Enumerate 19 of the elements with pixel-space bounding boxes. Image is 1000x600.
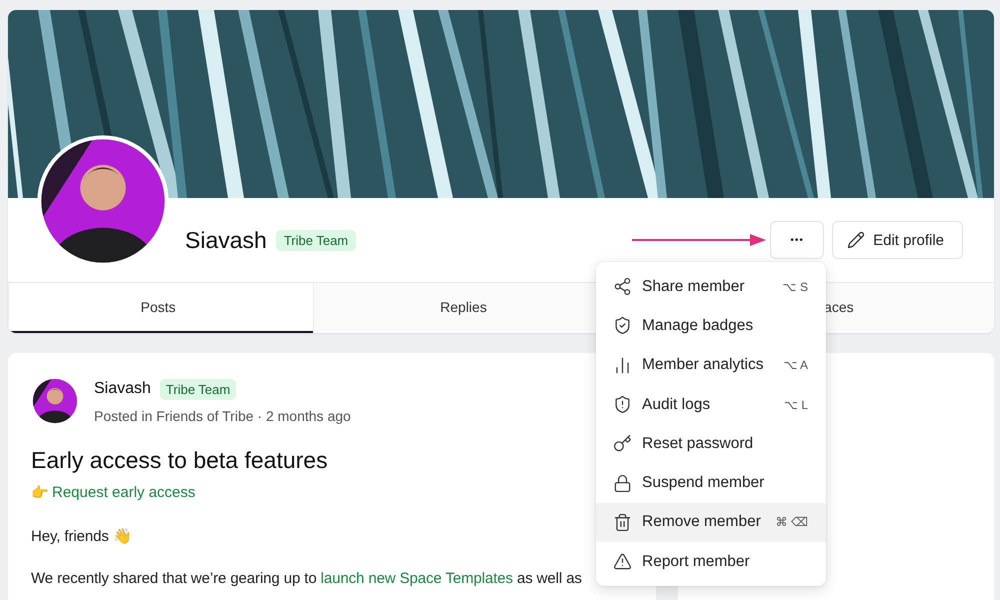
author-name: Siavash: [94, 380, 151, 398]
post-meta: Posted in Friends of Tribe · 2 months ago: [94, 408, 351, 424]
greeting-text: Hey, friends 👋: [31, 527, 133, 547]
shortcut-hint: ⌥ A: [783, 358, 808, 372]
role-badge: Tribe Team: [276, 230, 356, 250]
menu-item-label: Audit logs: [642, 396, 712, 414]
shortcut-hint: ⌥ L: [784, 398, 808, 412]
post-title: Early access to beta features: [31, 447, 329, 474]
menu-item-label: Manage badges: [642, 316, 754, 335]
menu-item-label: Remove member: [642, 513, 762, 532]
menu-item-label: Share member: [642, 278, 746, 296]
role-badge: Tribe Team: [160, 378, 236, 400]
shortcut-hint: ⌘ ⌫: [776, 515, 808, 530]
menu-item-label: Suspend member: [642, 474, 766, 492]
profile-name: Siavash: [185, 226, 267, 254]
shortcut-hint: ⌥ S: [782, 280, 808, 294]
menu-item-label: Report member: [642, 552, 751, 571]
menu-item-label: Reset password: [642, 434, 754, 453]
menu-item-label: Member analytics: [642, 356, 764, 374]
